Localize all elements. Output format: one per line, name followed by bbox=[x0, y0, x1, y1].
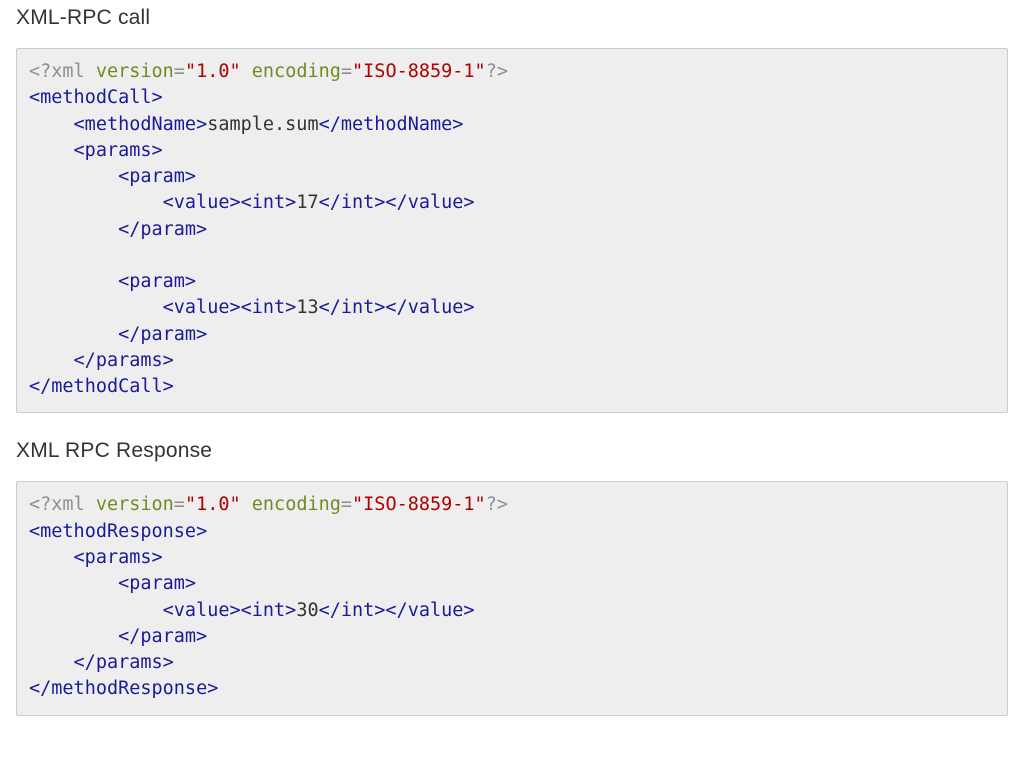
xml-decl-open: <?xml bbox=[29, 61, 96, 82]
call-root-open: <methodCall> bbox=[29, 87, 163, 108]
resp-param-open: <param> bbox=[118, 573, 196, 594]
xml-decl-version-attr: version bbox=[96, 61, 174, 82]
resp-params-close: </params> bbox=[74, 652, 174, 673]
call-int1-open: <int> bbox=[241, 192, 297, 213]
section-title-response: XML RPC Response bbox=[16, 439, 1008, 463]
resp-int-text: 30 bbox=[296, 600, 318, 621]
xml-decl-version-val: "1.0" bbox=[185, 61, 241, 82]
section-title-call: XML-RPC call bbox=[16, 6, 1008, 30]
resp-int-open: <int> bbox=[241, 600, 297, 621]
call-params-close: </params> bbox=[74, 350, 174, 371]
xml-decl-encoding-attr-2: encoding bbox=[252, 494, 341, 515]
xml-decl-close: ?> bbox=[486, 61, 508, 82]
call-param1-open: <param> bbox=[118, 166, 196, 187]
call-value1-close: </value> bbox=[385, 192, 474, 213]
resp-int-close: </int> bbox=[319, 600, 386, 621]
resp-value-close: </value> bbox=[385, 600, 474, 621]
resp-root-close: </methodResponse> bbox=[29, 678, 218, 699]
call-param1-close: </param> bbox=[118, 219, 207, 240]
code-block-call: <?xml version="1.0" encoding="ISO-8859-1… bbox=[16, 48, 1008, 413]
call-root-close: </methodCall> bbox=[29, 376, 174, 397]
call-value2-open: <value> bbox=[163, 297, 241, 318]
call-param2-close: </param> bbox=[118, 324, 207, 345]
call-params-open: <params> bbox=[74, 140, 163, 161]
xml-decl-encoding-val-2: "ISO-8859-1" bbox=[352, 494, 486, 515]
call-methodName-close: </methodName> bbox=[319, 114, 464, 135]
xml-decl-close-2: ?> bbox=[486, 494, 508, 515]
call-int1-text: 17 bbox=[296, 192, 318, 213]
call-param2-open: <param> bbox=[118, 271, 196, 292]
call-int2-text: 13 bbox=[296, 297, 318, 318]
resp-value-open: <value> bbox=[163, 600, 241, 621]
resp-param-close: </param> bbox=[118, 626, 207, 647]
call-methodName-open: <methodName> bbox=[74, 114, 208, 135]
resp-root-open: <methodResponse> bbox=[29, 521, 207, 542]
call-int1-close: </int> bbox=[319, 192, 386, 213]
call-value2-close: </value> bbox=[385, 297, 474, 318]
xml-decl-version-val-2: "1.0" bbox=[185, 494, 241, 515]
xml-decl-encoding-attr: encoding bbox=[252, 61, 341, 82]
resp-params-open: <params> bbox=[74, 547, 163, 568]
xml-decl-open-2: <?xml bbox=[29, 494, 96, 515]
xml-decl-version-attr-2: version bbox=[96, 494, 174, 515]
call-value1-open: <value> bbox=[163, 192, 241, 213]
call-methodName-text: sample.sum bbox=[207, 114, 318, 135]
xml-decl-encoding-val: "ISO-8859-1" bbox=[352, 61, 486, 82]
call-int2-close: </int> bbox=[319, 297, 386, 318]
code-block-response: <?xml version="1.0" encoding="ISO-8859-1… bbox=[16, 481, 1008, 715]
call-int2-open: <int> bbox=[241, 297, 297, 318]
